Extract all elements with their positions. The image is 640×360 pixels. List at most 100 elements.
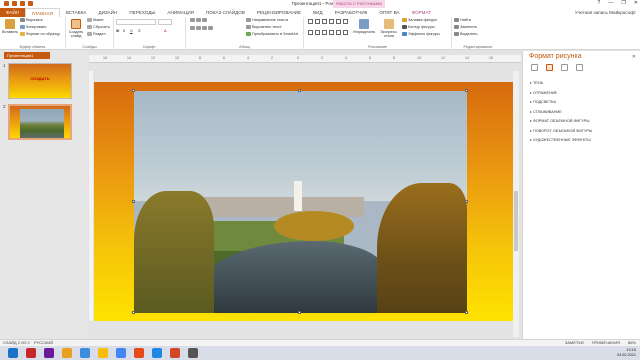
font-name-box[interactable] xyxy=(116,19,156,25)
align-buttons[interactable] xyxy=(190,26,214,30)
pane-item-glow[interactable]: ПОДСВЕТКА xyxy=(530,98,638,108)
size-properties-icon[interactable] xyxy=(561,64,568,71)
underline-button[interactable]: Ч xyxy=(130,29,133,33)
select-button[interactable]: Выделить xyxy=(454,32,478,36)
fill-line-icon[interactable] xyxy=(531,64,538,71)
horizontal-ruler: 16 14 12 10 8 6 4 2 0 2 4 6 8 10 12 14 1… xyxy=(89,55,521,63)
document-tab[interactable]: Презентация1 xyxy=(4,52,50,59)
tab-developer[interactable]: РАЗРАБОТЧИК xyxy=(329,8,374,17)
text-direction-button[interactable]: Направление текста xyxy=(246,18,288,22)
shape-effects-button[interactable]: Эффекты фигуры xyxy=(402,32,440,36)
app2-icon[interactable] xyxy=(188,348,198,358)
close-button[interactable]: ✕ xyxy=(634,0,638,6)
context-tab-header: РАБОТА С РИСУНКАМИ xyxy=(333,0,385,8)
browser-icon[interactable] xyxy=(116,348,126,358)
vertical-scrollbar[interactable] xyxy=(513,71,519,337)
pane-item-reflection[interactable]: ОТРАЖЕНИЕ xyxy=(530,89,638,99)
pane-item-artistic-effects[interactable]: ХУДОЖЕСТВЕННЫЕ ЭФФЕКТЫ xyxy=(530,136,638,146)
close-icon[interactable]: ✕ xyxy=(632,54,636,60)
quick-styles-button[interactable]: Экспресс-стили xyxy=(378,19,400,38)
bold-button[interactable]: Ж xyxy=(116,29,119,33)
slide[interactable] xyxy=(94,82,513,321)
resize-handle[interactable] xyxy=(132,311,135,314)
resize-handle[interactable] xyxy=(465,89,468,92)
section-button[interactable]: Раздел xyxy=(87,32,106,36)
language-indicator[interactable]: РУССКИЙ xyxy=(34,340,53,345)
user-account[interactable]: Учетная запись Майкрософт xyxy=(575,10,640,15)
tab-home[interactable]: ГЛАВНАЯ xyxy=(24,8,60,17)
pane-item-3d-rotation[interactable]: ПОВОРОТ ОБЪЕМНОЙ ФИГУРЫ xyxy=(530,127,638,137)
bullets-button[interactable] xyxy=(190,18,208,22)
reset-button[interactable]: Сбросить xyxy=(87,25,110,29)
ruler-tick: 2 xyxy=(271,56,273,60)
slide-picture[interactable] xyxy=(134,91,467,313)
minimize-button[interactable]: — xyxy=(608,0,613,6)
pane-title: Формат рисунка xyxy=(529,53,582,60)
layout-button[interactable]: Макет xyxy=(87,18,104,22)
align-text-button[interactable]: Выровнять текст xyxy=(246,25,282,29)
tab-file[interactable]: ФАЙЛ xyxy=(0,8,25,17)
pane-item-3d-format[interactable]: ФОРМАТ ОБЪЕМНОЙ ФИГУРЫ xyxy=(530,117,638,127)
slide-thumbnail-2[interactable] xyxy=(8,104,72,140)
pane-effects-list: ТЕНЬ ОТРАЖЕНИЕ ПОДСВЕТКА СГЛАЖИВАНИЕ ФОР… xyxy=(530,79,638,146)
paste-button[interactable]: Вставить xyxy=(2,19,18,34)
replace-button[interactable]: Заменить xyxy=(454,25,477,29)
tab-review[interactable]: РЕЦЕНЗИРОВАНИЕ xyxy=(251,8,307,17)
group-slides: Создать слайд Макет Сбросить Раздел Слай… xyxy=(66,17,114,50)
resize-handle[interactable] xyxy=(298,311,301,314)
help-button[interactable]: ? xyxy=(598,0,601,6)
ruler-tick: 16 xyxy=(489,56,493,60)
app-icon[interactable] xyxy=(44,348,54,358)
bullets-icon xyxy=(190,18,195,22)
font-color-button[interactable]: A xyxy=(164,29,167,33)
shape-fill-button[interactable]: Заливка фигуры xyxy=(402,18,437,22)
pane-item-shadow[interactable]: ТЕНЬ xyxy=(530,79,638,89)
scrollbar-thumb[interactable] xyxy=(514,191,518,251)
shape-outline-button[interactable]: Контур фигуры xyxy=(402,25,435,29)
start-icon[interactable] xyxy=(8,348,18,358)
font-size-box[interactable] xyxy=(158,19,172,25)
quick-styles-icon xyxy=(384,19,394,29)
tab-transitions[interactable]: ПЕРЕХОДЫ xyxy=(123,8,161,17)
format-picture-pane: Формат рисунка ✕ ТЕНЬ ОТРАЖЕНИЕ ПОДСВЕТК… xyxy=(522,51,640,339)
tab-opyt[interactable]: ОПЯТ ВА xyxy=(373,8,405,17)
tab-format[interactable]: ФОРМАТ xyxy=(406,8,437,17)
tab-animations[interactable]: АНИМАЦИЯ xyxy=(161,8,200,17)
smartart-icon xyxy=(246,32,251,36)
folder-icon[interactable] xyxy=(62,348,72,358)
shadow-button[interactable]: S xyxy=(138,29,141,33)
format-painter-button[interactable]: Формат по образцу xyxy=(20,32,60,36)
copy-button[interactable]: Копировать xyxy=(20,25,46,29)
pane-item-soft-edges[interactable]: СГЛАЖИВАНИЕ xyxy=(530,108,638,118)
powerpoint-icon[interactable] xyxy=(170,348,180,358)
resize-handle[interactable] xyxy=(132,200,135,203)
media-icon[interactable] xyxy=(134,348,144,358)
reset-icon xyxy=(87,25,92,29)
smartart-button[interactable]: Преобразовать в SmartArt xyxy=(246,32,298,36)
tab-design[interactable]: ДИЗАЙН xyxy=(92,8,123,17)
arrange-button[interactable]: Упорядочить xyxy=(352,19,376,34)
new-slide-icon xyxy=(71,19,81,29)
edge-icon[interactable] xyxy=(80,348,90,358)
cut-button[interactable]: Вырезать xyxy=(20,18,43,22)
maximize-button[interactable]: ❐ xyxy=(621,0,625,6)
picture-icon[interactable] xyxy=(576,64,583,71)
tab-slideshow[interactable]: ПОКАЗ СЛАЙДОВ xyxy=(200,8,251,17)
chrome-icon[interactable] xyxy=(98,348,108,358)
ruler-tick: 14 xyxy=(127,56,131,60)
resize-handle[interactable] xyxy=(465,200,468,203)
resize-handle[interactable] xyxy=(465,311,468,314)
tab-view[interactable]: ВИД xyxy=(307,8,328,17)
tab-insert[interactable]: ВСТАВКА xyxy=(60,8,93,17)
flag-icon[interactable] xyxy=(26,348,36,358)
resize-handle[interactable] xyxy=(298,89,301,92)
new-slide-button[interactable]: Создать слайд xyxy=(67,19,85,38)
shapes-gallery[interactable] xyxy=(308,19,348,39)
resize-handle[interactable] xyxy=(132,89,135,92)
italic-button[interactable]: К xyxy=(123,29,125,33)
word-icon[interactable] xyxy=(152,348,162,358)
slide-thumbnail-1[interactable]: СОЗДАТЬ xyxy=(8,63,72,99)
clock-date[interactable]: 04.02.2021 xyxy=(617,353,636,358)
effects-category-icon[interactable] xyxy=(546,64,553,71)
find-button[interactable]: Найти xyxy=(454,18,471,22)
